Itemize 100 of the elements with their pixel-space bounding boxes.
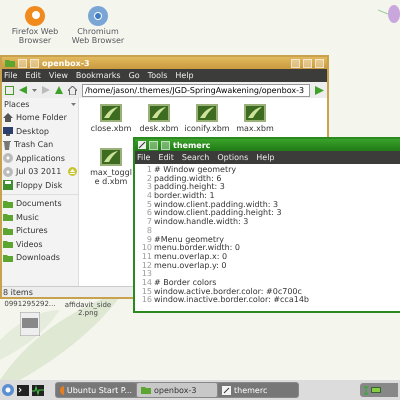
back-arrow-icon[interactable]: [19, 86, 27, 94]
menu-item[interactable]: Go: [128, 71, 140, 80]
code-line: #Menu geometry: [154, 236, 224, 244]
code-line: menu.overlap.x: 0: [154, 252, 228, 262]
terminal-icon[interactable]: [17, 384, 29, 396]
shade-button[interactable]: [161, 140, 170, 150]
dropdown-icon[interactable]: [32, 88, 37, 92]
image-file-icon: [148, 104, 170, 122]
image-file-icon: [196, 104, 218, 122]
flower-drawing: [378, 2, 400, 26]
pin-button[interactable]: [18, 58, 27, 68]
line-number: 15: [140, 288, 153, 296]
up-arrow-icon[interactable]: [55, 86, 63, 94]
code-line: window.inactive.border.color: #cca14b: [154, 296, 309, 305]
sidebar-item[interactable]: Pictures: [2, 224, 78, 238]
desktop-icon-label[interactable]: Firefox Web Browser: [5, 27, 65, 45]
menu-item[interactable]: Options: [217, 153, 248, 162]
sidebar-item[interactable]: Videos: [2, 238, 78, 251]
system-monitor-icon[interactable]: [32, 384, 44, 396]
close-button[interactable]: [315, 58, 324, 68]
battery-icon[interactable]: [371, 387, 381, 393]
menu-item[interactable]: Bookmarks: [76, 71, 121, 80]
file-name[interactable]: iconify.xbm: [184, 124, 230, 133]
code-line: window.client.padding.width: 3: [154, 200, 278, 209]
code-line: window.handle.width: 3: [154, 218, 248, 227]
maximize-button[interactable]: [303, 58, 312, 68]
menu-item[interactable]: Help: [175, 71, 194, 80]
file-name[interactable]: max.xbm: [232, 124, 278, 133]
pin-button[interactable]: [149, 140, 158, 150]
line-number: 6: [146, 209, 153, 218]
dropdown-icon[interactable]: [71, 103, 76, 106]
taskbar-button[interactable]: openbox-3: [137, 383, 217, 397]
image-thumbnail-icon: [20, 312, 40, 336]
folder-icon: [141, 386, 151, 394]
sidebar-item[interactable]: Music: [2, 210, 78, 224]
line-number: 9: [146, 236, 153, 244]
line-number: 4: [146, 192, 153, 201]
chromium-logo-icon: [87, 5, 109, 27]
sidebar-item[interactable]: Applications: [2, 152, 78, 165]
home-icon: [3, 113, 13, 122]
pencil-icon: [138, 141, 146, 149]
line-number: 13: [140, 270, 153, 279]
folder-icon: [5, 59, 15, 67]
go-arrow-icon[interactable]: [315, 86, 324, 94]
window-title: themerc: [173, 140, 210, 150]
image-file-icon: [100, 104, 122, 122]
window-title: openbox-3: [42, 58, 90, 68]
shade-button[interactable]: [30, 58, 39, 68]
image-file-icon: [244, 104, 266, 122]
line-number: 12: [140, 262, 153, 270]
sidebar-item[interactable]: Trash Can: [2, 138, 78, 152]
file-name[interactable]: max_toggle d.xbm: [88, 168, 134, 186]
sidebar-item[interactable]: Documents: [2, 197, 78, 210]
forward-arrow-icon[interactable]: [42, 86, 50, 94]
minimize-button[interactable]: [291, 58, 300, 68]
sidebar-item[interactable]: Jul 03 2011: [2, 165, 78, 178]
code-line: window.client.padding.height: 3: [154, 209, 282, 218]
code-line: padding.width: 6: [154, 174, 222, 183]
menu-item[interactable]: File: [137, 153, 150, 162]
menu-item[interactable]: View: [48, 71, 68, 80]
new-tab-icon[interactable]: [5, 86, 14, 94]
line-number: 16: [140, 296, 153, 305]
image-file-icon: [100, 148, 122, 166]
menu-item[interactable]: Help: [256, 153, 274, 162]
places-header[interactable]: Places: [4, 100, 30, 109]
home-icon[interactable]: [68, 86, 77, 94]
menu-item[interactable]: Edit: [25, 71, 41, 80]
line-number: 5: [146, 200, 153, 209]
taskbar-button[interactable]: themerc: [218, 383, 298, 397]
line-number: 3: [146, 183, 153, 192]
sidebar-item[interactable]: Desktop: [2, 124, 78, 138]
code-line: menu.border.width: 0: [154, 244, 240, 252]
line-number: 11: [140, 252, 153, 262]
code-line: window.active.border.color: #0c700c: [154, 288, 302, 296]
sidebar-item[interactable]: Floppy Disk: [2, 178, 78, 192]
desktop-icon-label[interactable]: Chromium Web Browser: [68, 27, 128, 45]
file-name[interactable]: desk.xbm: [136, 124, 182, 133]
sidebar-item[interactable]: Home Folder: [2, 111, 78, 124]
line-number: 8: [146, 226, 153, 236]
menu-item[interactable]: Tools: [148, 71, 168, 80]
eject-icon[interactable]: [68, 167, 77, 176]
menu-item[interactable]: File: [4, 71, 18, 80]
file-name[interactable]: close.xbm: [88, 124, 134, 133]
code-line: # Window geometry: [154, 166, 236, 174]
firefox-logo-icon: [24, 5, 46, 27]
menu-item[interactable]: Edit: [158, 153, 174, 162]
monitor-icon: [3, 126, 13, 136]
line-number: 7: [146, 218, 153, 227]
firefox-logo-icon: [60, 386, 64, 394]
line-number: 2: [146, 174, 153, 183]
menu-item[interactable]: Search: [182, 153, 210, 162]
pencil-icon: [222, 386, 231, 394]
taskbar-button[interactable]: Ubuntu Start P...: [56, 383, 136, 397]
line-number: 1: [146, 166, 153, 175]
sidebar-item[interactable]: Downloads: [2, 251, 78, 264]
path-field[interactable]: /home/jason/.themes/JGD-SpringAwakening/openbox-3: [82, 84, 310, 96]
code-line: padding.height: 3: [154, 183, 225, 192]
code-line: # Border colors: [154, 278, 216, 288]
trash-icon: [3, 140, 11, 150]
line-number: 10: [140, 244, 153, 253]
